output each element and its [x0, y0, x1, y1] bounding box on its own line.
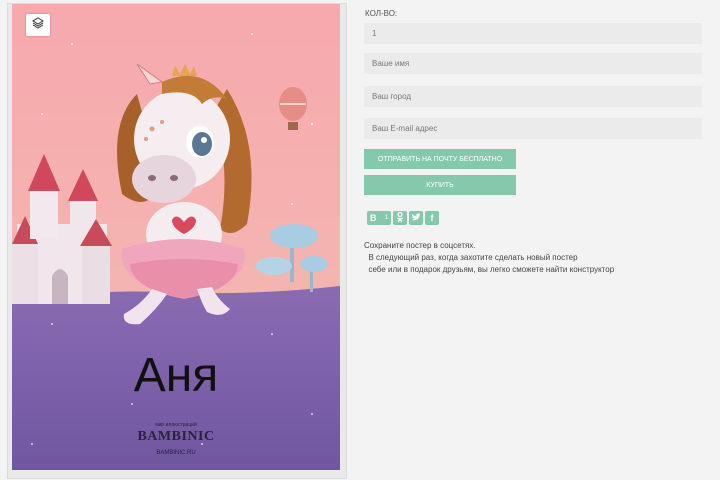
facebook-share-button[interactable]: f: [425, 211, 439, 225]
odnoklassniki-icon: [396, 211, 404, 224]
info-line-3: себе или в подарок друзьям, вы легко смо…: [364, 265, 615, 274]
vk-count: 1: [384, 215, 388, 221]
email-placeholder: Ваш E-mail адрес: [372, 124, 438, 133]
email-input[interactable]: Ваш E-mail адрес: [364, 118, 702, 139]
send-to-email-button[interactable]: ОТПРАВИТЬ НА ПОЧТУ БЕСПЛАТНО: [364, 149, 516, 169]
name-input[interactable]: Ваше имя: [364, 53, 702, 74]
brand-logo: BAMBINIC: [137, 429, 215, 444]
quantity-value: 1: [372, 29, 377, 38]
info-line-2: В следующий раз, когда захотите сделать …: [364, 253, 578, 262]
name-placeholder: Ваше имя: [372, 59, 410, 68]
city-placeholder: Ваш город: [372, 92, 412, 101]
send-to-email-label: ОТПРАВИТЬ НА ПОЧТУ БЕСПЛАТНО: [377, 155, 503, 163]
share-buttons: В 1 f: [367, 211, 439, 225]
odnoklassniki-share-button[interactable]: [393, 211, 407, 225]
twitter-share-button[interactable]: [409, 211, 423, 225]
brand-tagline: мир иллюстраций: [155, 422, 197, 428]
info-line-1: Сохраните постер в соцсетях.: [364, 241, 476, 250]
poster-child-name: Аня: [133, 349, 219, 402]
vk-icon: В: [370, 213, 377, 223]
quantity-label: КОЛ-ВО:: [365, 9, 398, 18]
city-input[interactable]: Ваш город: [364, 86, 702, 107]
twitter-icon: [411, 212, 421, 224]
buy-label: КУПИТЬ: [426, 181, 454, 189]
layers-icon: [32, 16, 44, 34]
vk-share-button[interactable]: В 1: [367, 211, 391, 225]
facebook-icon: f: [430, 213, 434, 223]
poster-preview: Аня мир иллюстраций BAMBINIC BAMBINIC.RU: [12, 4, 340, 470]
quantity-input[interactable]: 1: [364, 23, 702, 44]
layers-button[interactable]: [26, 14, 50, 36]
buy-button[interactable]: КУПИТЬ: [364, 175, 516, 195]
info-text: Сохраните постер в соцсетях. В следующий…: [364, 240, 614, 276]
brand-url: BAMBINIC.RU: [156, 450, 196, 456]
